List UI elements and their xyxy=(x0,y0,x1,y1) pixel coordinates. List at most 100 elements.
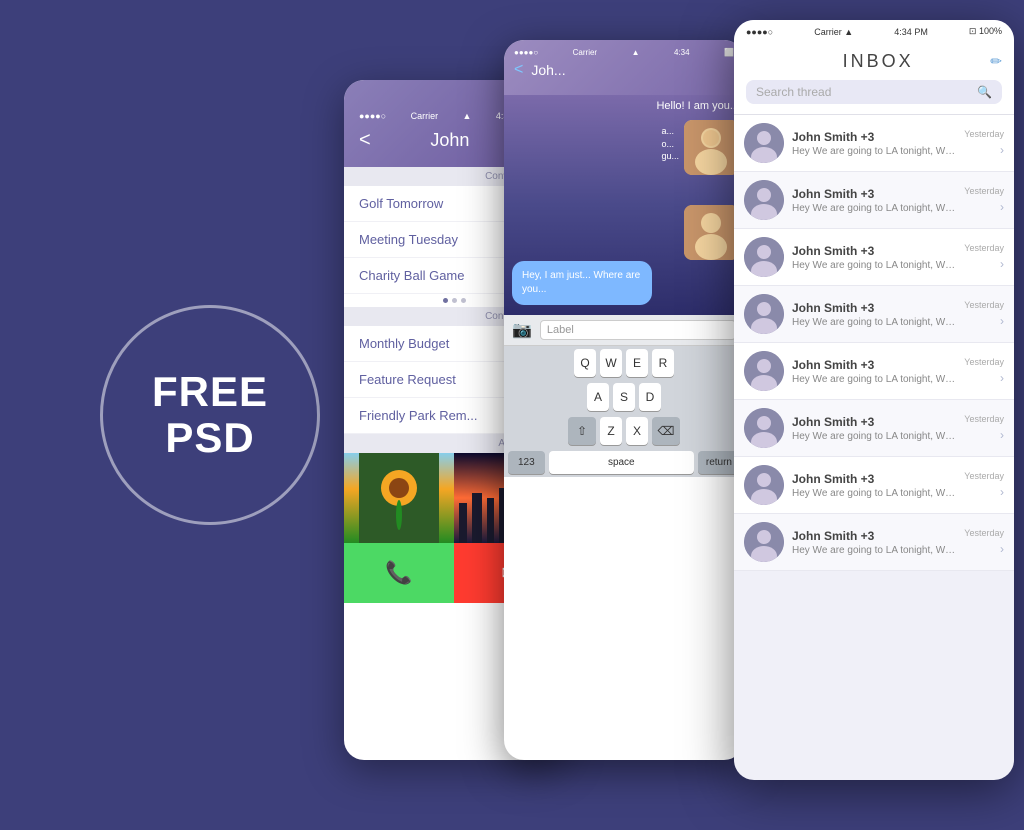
key-d[interactable]: D xyxy=(639,383,661,411)
phone2-battery: ⬜ xyxy=(724,48,734,57)
key-z[interactable]: Z xyxy=(600,417,622,445)
keyboard-toolbar: 📷 Label xyxy=(504,315,744,346)
inbox-content: John Smith +3 Hey We are going to LA ton… xyxy=(792,244,956,271)
inbox-time: Yesterday xyxy=(964,357,1004,367)
chat-greeting: Hello! I am you... xyxy=(656,100,739,112)
inbox-item[interactable]: John Smith +3 Hey We are going to LA ton… xyxy=(734,172,1014,229)
key-123[interactable]: 123 xyxy=(508,451,545,474)
inbox-meta: Yesterday › xyxy=(964,186,1004,214)
phone1-carrier: Carrier xyxy=(411,111,439,121)
inbox-meta: Yesterday › xyxy=(964,528,1004,556)
inbox-chevron: › xyxy=(1000,257,1004,271)
phones-container: ●●●●○ Carrier ▲ 4:34 ⬜ < John Conversati… xyxy=(344,0,1024,830)
phone2-time: 4:34 xyxy=(674,48,690,57)
camera-icon[interactable]: 📷 xyxy=(512,320,532,340)
inbox-time: Yesterday xyxy=(964,528,1004,538)
inbox-chevron: › xyxy=(1000,428,1004,442)
inbox-preview: Hey We are going to LA tonight, Would yo… xyxy=(792,431,956,442)
inbox-content: John Smith +3 Hey We are going to LA ton… xyxy=(792,187,956,214)
phone3-carrier-wifi: Carrier ▲ xyxy=(814,27,853,37)
phone3-dots: ●●●●○ xyxy=(746,27,773,37)
call-button[interactable]: 📞 xyxy=(344,543,454,603)
inbox-content: John Smith +3 Hey We are going to LA ton… xyxy=(792,358,956,385)
inbox-avatar xyxy=(744,465,784,505)
inbox-preview: Hey We are going to LA tonight, Would yo… xyxy=(792,488,956,499)
key-q[interactable]: Q xyxy=(574,349,596,377)
key-r[interactable]: R xyxy=(652,349,674,377)
inbox-preview: Hey We are going to LA tonight, Would yo… xyxy=(792,374,956,385)
inbox-avatar xyxy=(744,522,784,562)
chat-avatar-2 xyxy=(684,205,739,260)
key-x[interactable]: X xyxy=(626,417,648,445)
key-w[interactable]: W xyxy=(600,349,622,377)
compose-button[interactable]: ✏ xyxy=(990,53,1002,70)
inbox-item[interactable]: John Smith +3 Hey We are going to LA ton… xyxy=(734,457,1014,514)
phone1-dots: ●●●●○ xyxy=(359,111,386,121)
dot-3 xyxy=(461,298,466,303)
key-e[interactable]: E xyxy=(626,349,648,377)
inbox-avatar xyxy=(744,408,784,448)
inbox-item[interactable]: John Smith +3 Hey We are going to LA ton… xyxy=(734,514,1014,571)
phone1-wifi: ▲ xyxy=(463,111,472,121)
phone1-back-button[interactable]: < xyxy=(359,129,371,152)
inbox-sender: John Smith +3 xyxy=(792,358,956,372)
phone-icon: 📞 xyxy=(385,560,412,586)
key-shift[interactable]: ⇧ xyxy=(568,417,596,445)
inbox-time: Yesterday xyxy=(964,414,1004,424)
inbox-preview: Hey We are going to LA tonight, Would yo… xyxy=(792,545,956,556)
keyboard-row-2: A S D xyxy=(504,380,744,414)
inbox-chevron: › xyxy=(1000,485,1004,499)
label-input[interactable]: Label xyxy=(540,320,736,340)
inbox-sender: John Smith +3 xyxy=(792,415,956,429)
phone3-status-bar: ●●●●○ Carrier ▲ 4:34 PM ⊡ 100% xyxy=(734,20,1014,43)
inbox-title-row: INBOX ✏ xyxy=(746,51,1002,72)
inbox-preview: Hey We are going to LA tonight, Would yo… xyxy=(792,146,956,157)
chat-avatar-1 xyxy=(684,120,739,175)
search-icon: 🔍 xyxy=(977,85,992,99)
key-a[interactable]: A xyxy=(587,383,609,411)
inbox-meta: Yesterday › xyxy=(964,300,1004,328)
attachment-sunflower xyxy=(344,453,454,543)
phone-chat: ●●●●○ Carrier ▲ 4:34 ⬜ < Joh... Hello! I… xyxy=(504,40,744,760)
phone2-back-button[interactable]: < xyxy=(514,61,523,79)
inbox-preview: Hey We are going to LA tonight, Would yo… xyxy=(792,260,956,271)
search-bar[interactable]: Search thread 🔍 xyxy=(746,80,1002,104)
inbox-content: John Smith +3 Hey We are going to LA ton… xyxy=(792,130,956,157)
phone2-contact-name: Joh... xyxy=(531,62,565,78)
phone-inbox: ●●●●○ Carrier ▲ 4:34 PM ⊡ 100% INBOX ✏ S… xyxy=(734,20,1014,780)
inbox-sender: John Smith +3 xyxy=(792,472,956,486)
phone2-wifi: ▲ xyxy=(632,48,640,57)
inbox-sender: John Smith +3 xyxy=(792,301,956,315)
inbox-time: Yesterday xyxy=(964,471,1004,481)
inbox-item[interactable]: John Smith +3 Hey We are going to LA ton… xyxy=(734,229,1014,286)
chat-bubble-received: Hey, I am just... Where are you... xyxy=(512,261,652,305)
inbox-sender: John Smith +3 xyxy=(792,244,956,258)
free-label: FREE xyxy=(152,369,268,415)
inbox-content: John Smith +3 Hey We are going to LA ton… xyxy=(792,301,956,328)
phone3-battery: ⊡ 100% xyxy=(969,26,1002,37)
inbox-content: John Smith +3 Hey We are going to LA ton… xyxy=(792,472,956,499)
keyboard-area: 📷 Label Q W E R A S D ⇧ Z X ⌫ xyxy=(504,315,744,477)
inbox-chevron: › xyxy=(1000,200,1004,214)
phone2-carrier: Carrier xyxy=(573,48,597,57)
keyboard-bottom-row: 123 space return xyxy=(504,448,744,477)
dot-1 xyxy=(443,298,448,303)
inbox-item[interactable]: John Smith +3 Hey We are going to LA ton… xyxy=(734,286,1014,343)
inbox-chevron: › xyxy=(1000,143,1004,157)
phone3-time: 4:34 PM xyxy=(894,27,928,37)
inbox-avatar xyxy=(744,237,784,277)
key-space[interactable]: space xyxy=(549,451,694,474)
inbox-avatar xyxy=(744,123,784,163)
key-s[interactable]: S xyxy=(613,383,635,411)
inbox-item[interactable]: John Smith +3 Hey We are going to LA ton… xyxy=(734,400,1014,457)
key-delete[interactable]: ⌫ xyxy=(652,417,680,445)
inbox-avatar xyxy=(744,180,784,220)
inbox-preview: Hey We are going to LA tonight, Would yo… xyxy=(792,203,956,214)
dot-2 xyxy=(452,298,457,303)
inbox-item[interactable]: John Smith +3 Hey We are going to LA ton… xyxy=(734,343,1014,400)
phone2-dots: ●●●●○ xyxy=(514,48,538,57)
phone2-header: ●●●●○ Carrier ▲ 4:34 ⬜ < Joh... xyxy=(504,40,744,95)
avatar-face-1 xyxy=(684,120,739,175)
chat-body: Hello! I am you... a... o... gu... xyxy=(504,95,744,315)
inbox-item[interactable]: John Smith +3 Hey We are going to LA ton… xyxy=(734,115,1014,172)
